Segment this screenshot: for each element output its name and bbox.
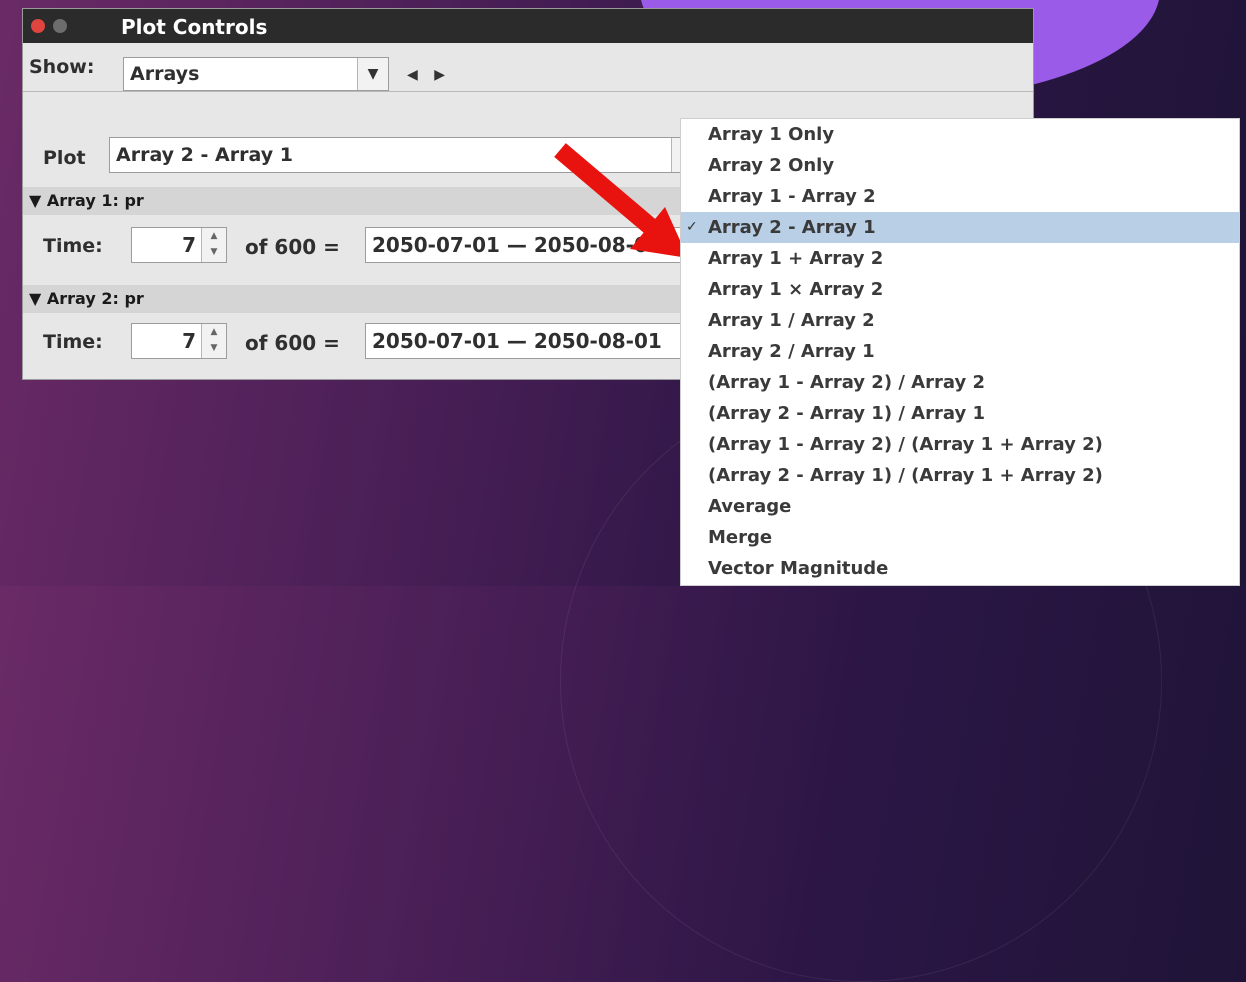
menu-item[interactable]: Array 1 + Array 2 — [681, 243, 1239, 274]
menu-item-label: Vector Magnitude — [708, 558, 889, 579]
menu-item[interactable]: Array 1 Only — [681, 119, 1239, 150]
menu-item-label: (Array 2 - Array 1) / Array 1 — [708, 403, 985, 424]
menu-item[interactable]: Array 2 Only — [681, 150, 1239, 181]
menu-item-label: Merge — [708, 527, 773, 548]
check-icon: ✓ — [686, 219, 698, 235]
menu-item-label: Array 2 / Array 1 — [708, 341, 875, 362]
menu-item-label: (Array 2 - Array 1) / (Array 1 + Array 2… — [708, 465, 1103, 486]
menu-item[interactable]: Average — [681, 491, 1239, 522]
menu-item[interactable]: (Array 1 - Array 2) / Array 2 — [681, 367, 1239, 398]
menu-item[interactable]: (Array 2 - Array 1) / (Array 1 + Array 2… — [681, 460, 1239, 491]
menu-item[interactable]: Array 2 / Array 1 — [681, 336, 1239, 367]
menu-item-label: (Array 1 - Array 2) / (Array 1 + Array 2… — [708, 434, 1103, 455]
menu-item[interactable]: Vector Magnitude — [681, 553, 1239, 584]
menu-item[interactable]: (Array 2 - Array 1) / Array 1 — [681, 398, 1239, 429]
menu-item-label: Array 1 / Array 2 — [708, 310, 875, 331]
menu-item[interactable]: (Array 1 - Array 2) / (Array 1 + Array 2… — [681, 429, 1239, 460]
menu-item-label: Array 2 Only — [708, 155, 835, 176]
menu-item[interactable]: ✓ Array 2 - Array 1 — [681, 212, 1239, 243]
menu-item-label: Array 1 - Array 2 — [708, 186, 876, 207]
menu-item-label: Array 2 - Array 1 — [708, 217, 876, 238]
plot-dropdown-menu: Array 1 Only Array 2 Only Array 1 - Array … — [680, 118, 1240, 586]
menu-item-label: Array 1 Only — [708, 124, 835, 145]
menu-item-label: Array 1 + Array 2 — [708, 248, 884, 269]
menu-item-label: (Array 1 - Array 2) / Array 2 — [708, 372, 985, 393]
menu-item[interactable]: Array 1 - Array 2 — [681, 181, 1239, 212]
menu-item[interactable]: Array 1 × Array 2 — [681, 274, 1239, 305]
menu-item[interactable]: Merge — [681, 522, 1239, 553]
menu-item-label: Average — [708, 496, 792, 517]
menu-item-label: Array 1 × Array 2 — [708, 279, 884, 300]
menu-item[interactable]: Array 1 / Array 2 — [681, 305, 1239, 336]
